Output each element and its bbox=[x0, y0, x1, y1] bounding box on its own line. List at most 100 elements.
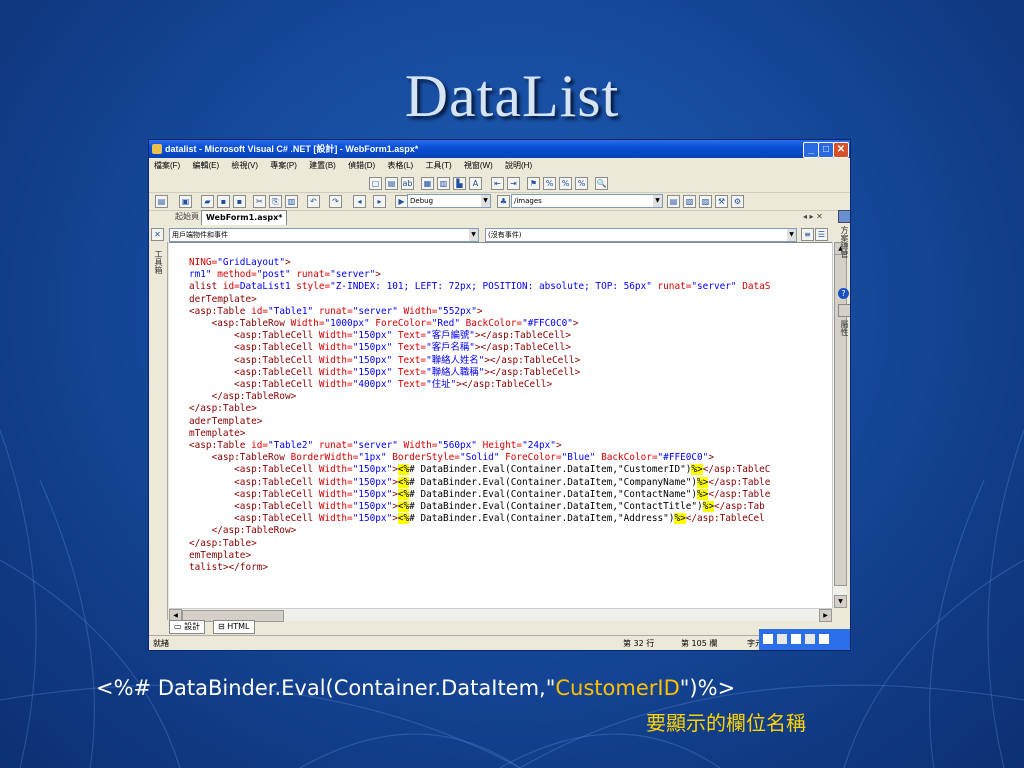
save-all-icon[interactable]: ▪ bbox=[233, 195, 246, 208]
menu-project[interactable]: 專案(P) bbox=[270, 161, 297, 170]
outdent-icon[interactable]: ⇤ bbox=[491, 177, 504, 190]
event-combo[interactable]: (沒有事件) ▼ bbox=[485, 228, 797, 242]
chevron-down-icon: ▼ bbox=[469, 229, 478, 241]
code-token: > bbox=[572, 318, 579, 329]
solution-explorer-icon[interactable]: ▤ bbox=[667, 195, 680, 208]
code-token: "150px" bbox=[352, 464, 393, 476]
pin-icon[interactable]: ✕ bbox=[151, 228, 164, 241]
cut-icon[interactable]: ✂ bbox=[253, 195, 266, 208]
code-token: > bbox=[708, 452, 714, 464]
menu-window[interactable]: 視窗(W) bbox=[464, 161, 493, 170]
close-button[interactable]: ✕ bbox=[833, 142, 849, 158]
toolbox-strip[interactable]: 工具箱 bbox=[149, 242, 168, 620]
format-toolbar: ▢ ▤ ab ▦ ▥ ▙ A ⇤ ⇥ ⚑ % % % 🔍 bbox=[149, 174, 850, 193]
next-bookmark-icon[interactable]: % bbox=[559, 177, 572, 190]
indent-icon[interactable]: ⇥ bbox=[507, 177, 520, 190]
client-object-combo[interactable]: 用戶端物件和事件 ▼ bbox=[169, 228, 479, 242]
prev-bookmark-icon[interactable]: % bbox=[543, 177, 556, 190]
solution-explorer-label[interactable]: 方案總管 bbox=[839, 226, 849, 258]
menu-debug[interactable]: 偵錯(D) bbox=[348, 161, 375, 170]
rename-icon[interactable]: ab bbox=[401, 177, 414, 190]
undo-icon[interactable]: ↶ bbox=[307, 195, 320, 208]
code-token: Width= bbox=[318, 366, 353, 378]
code-token: <asp:TableRow bbox=[189, 318, 291, 329]
grid-icon[interactable]: ▥ bbox=[437, 177, 450, 190]
paste-icon[interactable]: ▥ bbox=[285, 195, 298, 208]
maximize-button[interactable]: □ bbox=[818, 142, 834, 158]
menu-build[interactable]: 建置(B) bbox=[309, 161, 336, 170]
code-token: "150px" bbox=[352, 366, 398, 378]
bookmark-icon[interactable]: ⚑ bbox=[527, 177, 540, 190]
zoom-icon[interactable]: 🔍 bbox=[595, 177, 608, 190]
document-tabs: 起始頁 WebForm1.aspx* ◂ ▸ ✕ bbox=[149, 210, 850, 225]
new-project-icon[interactable]: ▤ bbox=[155, 195, 168, 208]
config-combo[interactable]: Debug ▼ bbox=[407, 194, 491, 208]
code-token: </asp:TableRow> bbox=[189, 525, 297, 537]
ime-icon[interactable] bbox=[763, 634, 773, 644]
toolbox-icon[interactable]: ▨ bbox=[699, 195, 712, 208]
menu-help[interactable]: 說明(H) bbox=[505, 161, 532, 170]
code-token: id= bbox=[251, 305, 269, 317]
code-line: <asp:TableRow Width="1000px" ForeColor="… bbox=[189, 318, 579, 330]
code-token: <asp:TableCell bbox=[189, 476, 319, 488]
solution-explorer-tab-icon[interactable] bbox=[838, 210, 850, 223]
box-icon[interactable]: ▤ bbox=[385, 177, 398, 190]
find-icon[interactable]: ♣ bbox=[497, 195, 510, 208]
open-icon[interactable]: ▰ bbox=[201, 195, 214, 208]
code-token: <% bbox=[397, 464, 410, 476]
font-size-icon[interactable]: A bbox=[469, 177, 482, 190]
properties-tab-icon[interactable] bbox=[838, 304, 850, 317]
tab-nav-arrows-icon[interactable]: ◂ ▸ ✕ bbox=[803, 210, 823, 224]
code-token: # DataBinder.Eval(Container.DataItem,"Co… bbox=[409, 488, 698, 500]
tab-webform1[interactable]: WebForm1.aspx* bbox=[201, 210, 288, 225]
fullwidth-icon[interactable] bbox=[777, 634, 787, 644]
redo-icon[interactable]: ↷ bbox=[329, 195, 342, 208]
scroll-down-icon[interactable]: ▼ bbox=[834, 595, 847, 608]
add-item-icon[interactable]: ▣ bbox=[179, 195, 192, 208]
minimize-button[interactable]: _ bbox=[803, 142, 819, 158]
properties-label[interactable]: 屬性 bbox=[839, 320, 849, 336]
more-tools-icon[interactable]: ⚙ bbox=[731, 195, 744, 208]
path-combo[interactable]: /images ▼ bbox=[511, 194, 663, 208]
code-token: "Solid" bbox=[459, 452, 506, 464]
code-token: </asp:TableRow> bbox=[189, 391, 297, 403]
code-token: %> bbox=[697, 476, 709, 488]
view-code-icon[interactable]: ≡ bbox=[801, 228, 814, 241]
menu-table[interactable]: 表格(L) bbox=[387, 161, 413, 170]
menu-edit[interactable]: 編輯(E) bbox=[192, 161, 219, 170]
save-icon[interactable]: ▪ bbox=[217, 195, 230, 208]
nav-forward-icon[interactable]: ▸ bbox=[373, 195, 386, 208]
tools-icon[interactable]: ⚒ bbox=[715, 195, 728, 208]
chart-icon[interactable]: ▙ bbox=[453, 177, 466, 190]
code-token: rm1" bbox=[189, 269, 218, 281]
properties-icon[interactable]: ▧ bbox=[683, 195, 696, 208]
code-editor[interactable]: NING="GridLayout"> rm1" method="post" run… bbox=[169, 242, 832, 609]
menu-file[interactable]: 檔案(F) bbox=[154, 161, 180, 170]
keyboard-icon[interactable] bbox=[805, 634, 815, 644]
code-token: emTemplate> bbox=[189, 549, 252, 561]
tab-design[interactable]: ▭ 設計 bbox=[169, 620, 206, 634]
copy-icon[interactable]: ⎘ bbox=[269, 195, 282, 208]
code-line: </asp:TableRow> bbox=[189, 391, 297, 403]
code-token: BorderStyle= bbox=[392, 452, 460, 464]
ime-tray[interactable] bbox=[759, 629, 850, 650]
code-line: derTemplate> bbox=[189, 294, 257, 306]
code-token: <asp:TableCell bbox=[189, 330, 319, 342]
help-icon[interactable]: ? bbox=[838, 288, 849, 299]
menu-tools[interactable]: 工具(T) bbox=[425, 161, 451, 170]
code-token: talist></form> bbox=[189, 562, 269, 573]
code-token: "552px" bbox=[437, 305, 477, 317]
window-titlebar[interactable]: datalist - Microsoft Visual C# .NET [設計]… bbox=[149, 140, 850, 158]
code-token: %> bbox=[697, 488, 709, 500]
menu-view[interactable]: 檢視(V) bbox=[231, 161, 258, 170]
table-icon[interactable]: ▦ bbox=[421, 177, 434, 190]
tab-start-page[interactable]: 起始頁 bbox=[171, 210, 203, 224]
object-bar: ✕ 用戶端物件和事件 ▼ (沒有事件) ▼ ≡ ☰ bbox=[149, 226, 850, 242]
nav-back-icon[interactable]: ◂ bbox=[353, 195, 366, 208]
tab-html[interactable]: ⊟ HTML bbox=[213, 620, 255, 634]
outline-icon[interactable]: ▢ bbox=[369, 177, 382, 190]
punct-icon[interactable] bbox=[791, 634, 801, 644]
clear-bookmark-icon[interactable]: % bbox=[575, 177, 588, 190]
help-tray-icon[interactable] bbox=[819, 634, 829, 644]
view-outline-icon[interactable]: ☰ bbox=[815, 228, 828, 241]
